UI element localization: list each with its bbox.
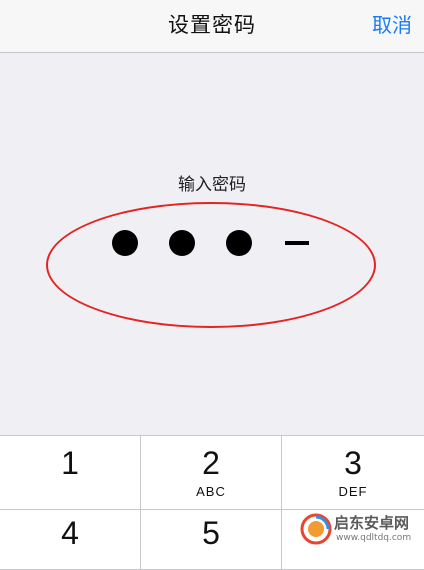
key-number: 1 xyxy=(61,445,79,481)
key-3[interactable]: 3 DEF xyxy=(282,436,424,510)
highlight-ellipse xyxy=(46,202,376,328)
passcode-prompt: 输入密码 xyxy=(178,175,246,195)
key-letters: ABC xyxy=(196,484,226,499)
passcode-area: 输入密码 xyxy=(0,53,424,435)
key-number: 3 xyxy=(344,445,362,481)
cancel-button[interactable]: 取消 xyxy=(372,0,412,50)
key-4[interactable]: 4 xyxy=(0,510,141,570)
numeric-keypad: 1 2 ABC 3 DEF 4 5 xyxy=(0,435,424,570)
page-title: 设置密码 xyxy=(168,13,256,37)
key-5[interactable]: 5 xyxy=(141,510,282,570)
key-number: 5 xyxy=(202,515,220,551)
key-1[interactable]: 1 xyxy=(0,436,141,510)
key-letters: DEF xyxy=(338,484,368,499)
key-6[interactable] xyxy=(282,510,424,570)
key-number: 4 xyxy=(61,515,79,551)
navigation-bar: 设置密码 取消 xyxy=(0,0,424,53)
key-number: 2 xyxy=(202,445,220,481)
key-2[interactable]: 2 ABC xyxy=(141,436,282,510)
